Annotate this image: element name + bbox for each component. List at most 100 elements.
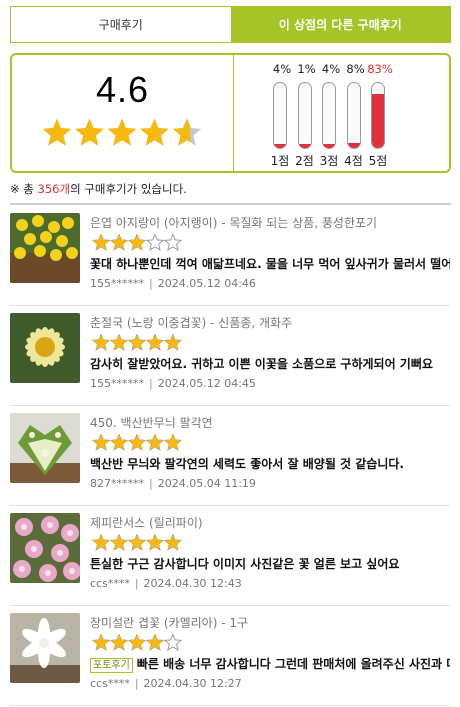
product-name[interactable]: 은엽 아지랑이 (아지랭이) - 목질화 되는 상품, 풍성한포기	[90, 214, 450, 231]
review-text-content: 빠른 배송 너무 감사합니다 그런데 판매처에 올려주신 사진과 다른 것 같아…	[136, 657, 450, 671]
star-icon	[163, 434, 183, 451]
count-suffix: 의 구매후기가 있습니다.	[70, 182, 187, 196]
average-score: 4.6	[95, 69, 150, 110]
review-divider	[10, 605, 450, 606]
review-date: 2024.05.12 04:46	[157, 277, 256, 290]
star-icon	[163, 334, 183, 351]
review-meta: 827****** | 2024.05.04 11:19	[90, 477, 256, 490]
star-icon	[91, 534, 111, 551]
review-tabs: 구매후기 이 상점의 다른 구매후기	[10, 6, 451, 43]
review-item[interactable]: 제피란서스 (릴리파이) 튼실한 구근 감사합니다 이미지 사진같은 꽃 얼른 보…	[10, 513, 450, 606]
star-icon	[145, 434, 165, 451]
product-thumbnail[interactable]	[10, 613, 80, 683]
star-icon	[145, 634, 165, 651]
photo-review-badge: 포토후기	[90, 658, 133, 673]
product-name[interactable]: 450. 백산반무늬 팔각연	[90, 414, 450, 431]
review-text[interactable]: 포토후기빠른 배송 너무 감사합니다 그런데 판매처에 올려주신 사진과 다른 …	[90, 655, 450, 673]
dist-bar	[297, 82, 312, 149]
review-text[interactable]: 백산반 무늬와 팔각연의 세력도 좋아서 잘 배양될 것 같습니다.	[90, 455, 450, 472]
dist-bar-fill	[372, 94, 384, 148]
review-stars	[91, 534, 183, 551]
review-stars	[91, 634, 183, 651]
star-icon	[127, 434, 147, 451]
review-text-content: 감사히 잘받았어요. 귀하고 이쁜 이꽃을 소품으로 구하게되어 기뻐요	[90, 357, 433, 371]
dist-bar-fill	[298, 144, 311, 148]
review-meta: ccs**** | 2024.04.30 12:43	[90, 577, 242, 590]
star-icon	[109, 534, 129, 551]
star-icon	[127, 534, 147, 551]
product-name[interactable]: 장미설란 겹꽃 (카멜리아) - 1구	[90, 614, 450, 631]
star-icon	[91, 234, 111, 251]
dist-bar	[322, 82, 336, 149]
star-empty-icon	[145, 234, 165, 251]
product-name[interactable]: 춘절국 (노랑 이중겹꽃) - 신품종, 개화주	[90, 314, 450, 331]
review-stars	[91, 434, 183, 451]
review-text[interactable]: 튼실한 구근 감사합니다 이미지 사진같은 꽃 얼른 보고 싶어요	[90, 555, 450, 572]
review-item[interactable]: 450. 백산반무늬 팔각연백산반 무늬와 팔각연의 세력도 좋아서 잘 배양될…	[10, 413, 450, 506]
star-icon	[127, 234, 147, 251]
dist-bar	[273, 82, 287, 149]
product-name[interactable]: 제피란서스 (릴리파이)	[90, 514, 450, 531]
review-item[interactable]: 춘절국 (노랑 이중겹꽃) - 신품종, 개화주감사히 잘받았어요. 귀하고 이…	[10, 313, 450, 406]
meta-separator: |	[149, 277, 153, 290]
review-divider	[10, 705, 450, 706]
dist-bar-fill	[347, 142, 360, 148]
star-icon	[107, 118, 137, 146]
dist-bar	[346, 82, 361, 149]
review-meta: 155****** | 2024.05.12 04:46	[90, 277, 256, 290]
star-icon	[109, 334, 129, 351]
product-thumbnail[interactable]	[10, 513, 80, 583]
review-divider	[10, 405, 450, 406]
reviewer-id: 827******	[90, 477, 144, 490]
meta-separator: |	[134, 677, 139, 690]
star-icon	[91, 634, 111, 651]
review-item[interactable]: 은엽 아지랑이 (아지랭이) - 목질화 되는 상품, 풍성한포기꽃대 하나뿐인…	[10, 213, 450, 306]
product-thumbnail[interactable]	[10, 313, 80, 383]
star-empty-icon	[163, 634, 183, 651]
dist-percent: 83%	[367, 62, 393, 76]
meta-separator: |	[134, 577, 139, 590]
dist-label: 5점	[368, 154, 388, 168]
star-icon	[145, 334, 165, 351]
summary-divider	[233, 55, 234, 171]
reviewer-id: 155******	[90, 277, 144, 290]
review-count: 356개	[37, 182, 71, 196]
star-icon	[42, 118, 72, 146]
meta-separator: |	[149, 477, 153, 490]
review-text-content: 백산반 무늬와 팔각연의 세력도 좋아서 잘 배양될 것 같습니다.	[90, 457, 404, 471]
star-icon	[145, 534, 165, 551]
review-date: 2024.04.30 12:27	[143, 677, 242, 690]
list-divider	[10, 203, 451, 205]
star-icon	[91, 334, 111, 351]
review-date: 2024.04.30 12:43	[143, 577, 242, 590]
average-stars	[42, 118, 202, 146]
star-icon	[109, 634, 129, 651]
review-stars	[91, 234, 183, 251]
star-empty-icon	[163, 234, 183, 251]
tab-reviews[interactable]: 구매후기	[11, 7, 231, 42]
review-date: 2024.05.04 11:19	[157, 477, 256, 490]
review-text[interactable]: 꽃대 하나뿐인데 꺽여 애닯프네요. 물을 너무 먹어 잎사귀가 물러서 떨어지…	[90, 255, 450, 272]
product-thumbnail[interactable]	[10, 213, 80, 283]
star-icon	[75, 118, 104, 146]
dist-bar-fill	[323, 144, 335, 148]
review-item[interactable]: 장미설란 겹꽃 (카멜리아) - 1구포토후기 빠른 배송 너무 감사합니다 그런…	[10, 613, 450, 706]
tab-shop-other-reviews[interactable]: 이 상점의 다른 구매후기	[230, 7, 450, 42]
review-divider	[10, 305, 450, 306]
dist-bar-fill	[274, 144, 286, 148]
review-date: 2024.05.12 04:45	[157, 377, 256, 390]
review-text-content: 꽃대 하나뿐인데 꺽여 애닯프네요. 물을 너무 먹어 잎사귀가 물러서 떨어지…	[90, 257, 450, 271]
meta-separator: |	[149, 377, 153, 390]
star-icon	[109, 434, 129, 451]
count-prefix: ※ 총	[10, 182, 38, 196]
star-icon	[91, 434, 111, 451]
review-divider	[10, 505, 450, 506]
review-meta: ccs**** | 2024.04.30 12:27	[90, 677, 242, 690]
star-icon	[127, 334, 147, 351]
product-thumbnail[interactable]	[10, 413, 80, 483]
review-count-text: ※ 총 356개의 구매후기가 있습니다.	[10, 181, 187, 197]
review-text[interactable]: 감사히 잘받았어요. 귀하고 이쁜 이꽃을 소품으로 구하게되어 기뻐요	[90, 355, 450, 372]
dist-bar	[371, 82, 385, 149]
review-meta: 155****** | 2024.05.12 04:45	[90, 377, 256, 390]
review-text-content: 튼실한 구근 감사합니다 이미지 사진같은 꽃 얼른 보고 싶어요	[90, 557, 400, 571]
